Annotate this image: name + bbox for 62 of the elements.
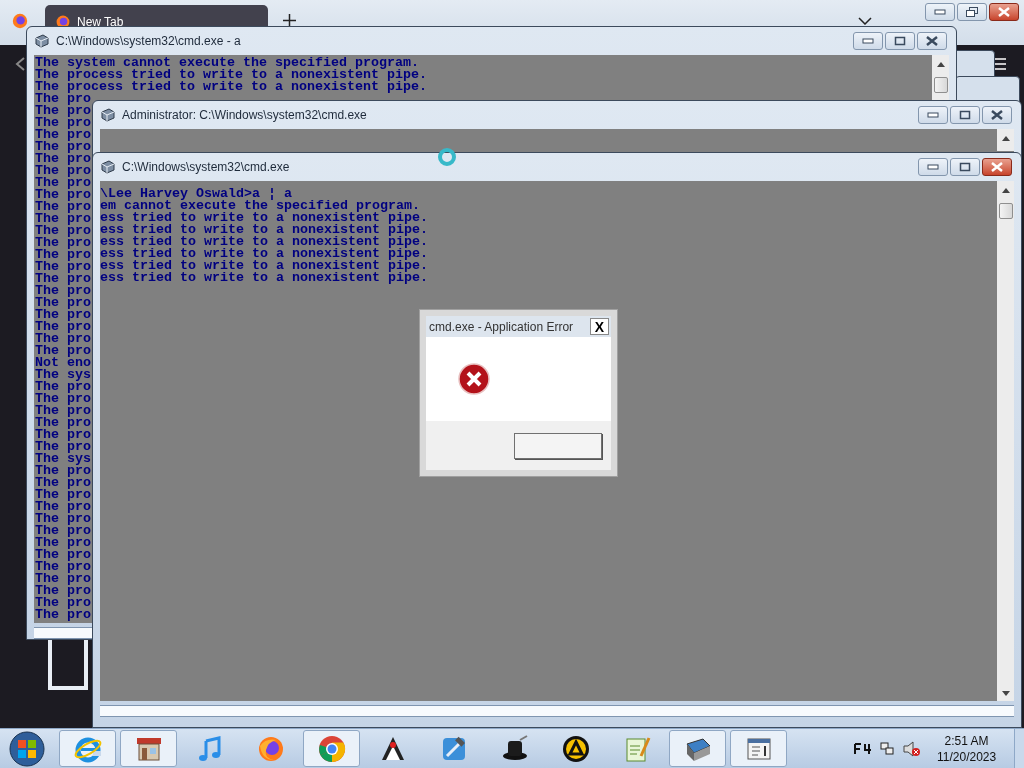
console-line: The pro (35, 477, 91, 489)
console-line: The pro (35, 441, 91, 453)
console-line: The sys (35, 369, 91, 381)
console-line: The pro (35, 201, 91, 213)
console-line: ess tried to write to a nonexistent pipe. (100, 212, 428, 224)
console-line: The process tried to write to a nonexistent pipe. (35, 81, 427, 93)
console-line: The pro (35, 513, 91, 525)
console-line: The pro (35, 129, 91, 141)
console-line: The pro (35, 393, 91, 405)
clock[interactable]: 2:51 AM 11/20/2023 (937, 732, 997, 765)
console-line: The pro (35, 249, 91, 261)
console-line: The pro (35, 405, 91, 417)
console-line: ess tried to write to a nonexistent pipe. (100, 236, 428, 248)
dialog-title: cmd.exe - Application Error (429, 318, 574, 336)
console-line: The pro (35, 465, 91, 477)
console-line: ess tried to write to a nonexistent pipe. (100, 272, 428, 284)
console-line: \Lee Harvey Oswald>a ¦ a (100, 188, 292, 200)
console-line: The pro (35, 597, 91, 609)
console-line: The pro (35, 213, 91, 225)
console-line: ess tried to write to a nonexistent pipe. (100, 248, 428, 260)
console-line: The pro (35, 321, 91, 333)
console-line: The pro (35, 225, 91, 237)
console-line: The pro (35, 285, 91, 297)
console-line: The system cannot execute the specified program. (35, 57, 419, 69)
console-line: The pro (35, 117, 91, 129)
console-line: The pro (35, 537, 91, 549)
console-line: ess tried to write to a nonexistent pipe. (100, 224, 428, 236)
console-line: The pro (35, 93, 91, 105)
console-line: The pro (35, 105, 91, 117)
console-line: The pro (35, 141, 91, 153)
console-line: The pro (35, 429, 91, 441)
console-line: The pro (35, 609, 91, 621)
console-line: The pro (35, 585, 91, 597)
console-line: The pro (35, 297, 91, 309)
console-line: The pro (35, 165, 91, 177)
console-line: The pro (35, 561, 91, 573)
console-line: The pro (35, 501, 91, 513)
console-line: The pro (35, 261, 91, 273)
console-line: The pro (35, 153, 91, 165)
close-button[interactable]: X (590, 318, 609, 335)
console-line: The pro (35, 573, 91, 585)
console-line: em cannot execute the specified program. (100, 200, 420, 212)
console-line: The pro (35, 309, 91, 321)
console-line: The pro (35, 525, 91, 537)
console-line: The pro (35, 273, 91, 285)
console-line: The pro (35, 333, 91, 345)
console-line: The pro (35, 549, 91, 561)
console-line: The process tried to write to a nonexistent pipe. (35, 69, 427, 81)
console-line: The pro (35, 237, 91, 249)
console-line: The pro (35, 177, 91, 189)
console-line: The pro (35, 417, 91, 429)
console-line: Not eno (35, 357, 91, 369)
console-line: The pro (35, 381, 91, 393)
window-title: Administrator: C:\Windows\system32\cmd.exe (122, 107, 367, 124)
console-line: The pro (35, 345, 91, 357)
console-line: ess tried to write to a nonexistent pipe. (100, 260, 428, 272)
browser-tab[interactable]: New Tab (45, 5, 268, 26)
console-line: The pro (35, 189, 91, 201)
console-line: The pro (35, 489, 91, 501)
console-line: The sys (35, 453, 91, 465)
window-title: C:\Windows\system32\cmd.exe (122, 159, 290, 176)
window-title: C:\Windows\system32\cmd.exe - a (56, 33, 241, 50)
